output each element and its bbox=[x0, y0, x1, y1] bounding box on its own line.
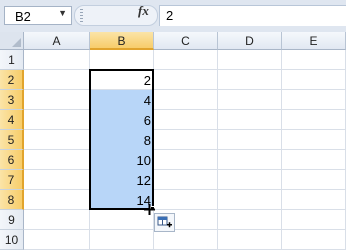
grid-line bbox=[24, 89, 346, 90]
grid-line bbox=[281, 50, 282, 250]
formula-bar: B2 ▼ fx 2 bbox=[0, 0, 346, 33]
row-header-7[interactable]: 7 bbox=[0, 170, 24, 190]
row-header-2[interactable]: 2 bbox=[0, 70, 24, 90]
cell-b4[interactable]: 6 bbox=[90, 110, 151, 130]
row-header-10[interactable]: 10 bbox=[0, 230, 24, 250]
name-box-dropdown-icon[interactable]: ▼ bbox=[58, 8, 67, 18]
cell-b8[interactable]: 14 bbox=[90, 190, 151, 210]
column-header-c[interactable]: C bbox=[154, 32, 218, 50]
grid-line bbox=[24, 209, 346, 210]
row-header-3[interactable]: 3 bbox=[0, 90, 24, 110]
cell-b7[interactable]: 12 bbox=[90, 170, 151, 190]
autofill-options-button[interactable] bbox=[154, 213, 175, 232]
row-header-9[interactable]: 9 bbox=[0, 210, 24, 230]
name-box-value: B2 bbox=[15, 9, 31, 24]
autofill-options-icon bbox=[157, 216, 172, 228]
name-box[interactable]: B2 ▼ bbox=[4, 6, 72, 25]
select-all-button[interactable] bbox=[0, 32, 24, 50]
grid-line bbox=[24, 129, 346, 130]
worksheet-grid[interactable]: A B C D E 1 2 3 4 5 6 7 8 9 10 2 4 6 8 1… bbox=[0, 32, 346, 250]
row-header-6[interactable]: 6 bbox=[0, 150, 24, 170]
grid-line bbox=[217, 50, 218, 250]
select-all-triangle-icon bbox=[12, 38, 21, 47]
cell-b6[interactable]: 10 bbox=[90, 150, 151, 170]
grip-icon[interactable] bbox=[80, 9, 83, 22]
insert-function-button[interactable]: fx bbox=[138, 3, 149, 19]
row-header-4[interactable]: 4 bbox=[0, 110, 24, 130]
row-header-8[interactable]: 8 bbox=[0, 190, 24, 210]
grid-line bbox=[24, 69, 346, 70]
column-header-d[interactable]: D bbox=[218, 32, 282, 50]
grid-line bbox=[24, 229, 346, 230]
formula-input[interactable]: 2 bbox=[159, 5, 346, 26]
column-header-a[interactable]: A bbox=[24, 32, 90, 50]
grid-line bbox=[24, 109, 346, 110]
grid-line bbox=[24, 169, 346, 170]
column-header-b[interactable]: B bbox=[90, 32, 154, 50]
cell-b3[interactable]: 4 bbox=[90, 90, 151, 110]
row-header-5[interactable]: 5 bbox=[0, 130, 24, 150]
grid-line bbox=[24, 189, 346, 190]
column-header-e[interactable]: E bbox=[282, 32, 346, 50]
cell-b5[interactable]: 8 bbox=[90, 130, 151, 150]
cell-b2[interactable]: 2 bbox=[90, 70, 151, 90]
grid-line bbox=[24, 149, 346, 150]
row-header-1[interactable]: 1 bbox=[0, 50, 24, 70]
formula-value: 2 bbox=[166, 8, 174, 23]
